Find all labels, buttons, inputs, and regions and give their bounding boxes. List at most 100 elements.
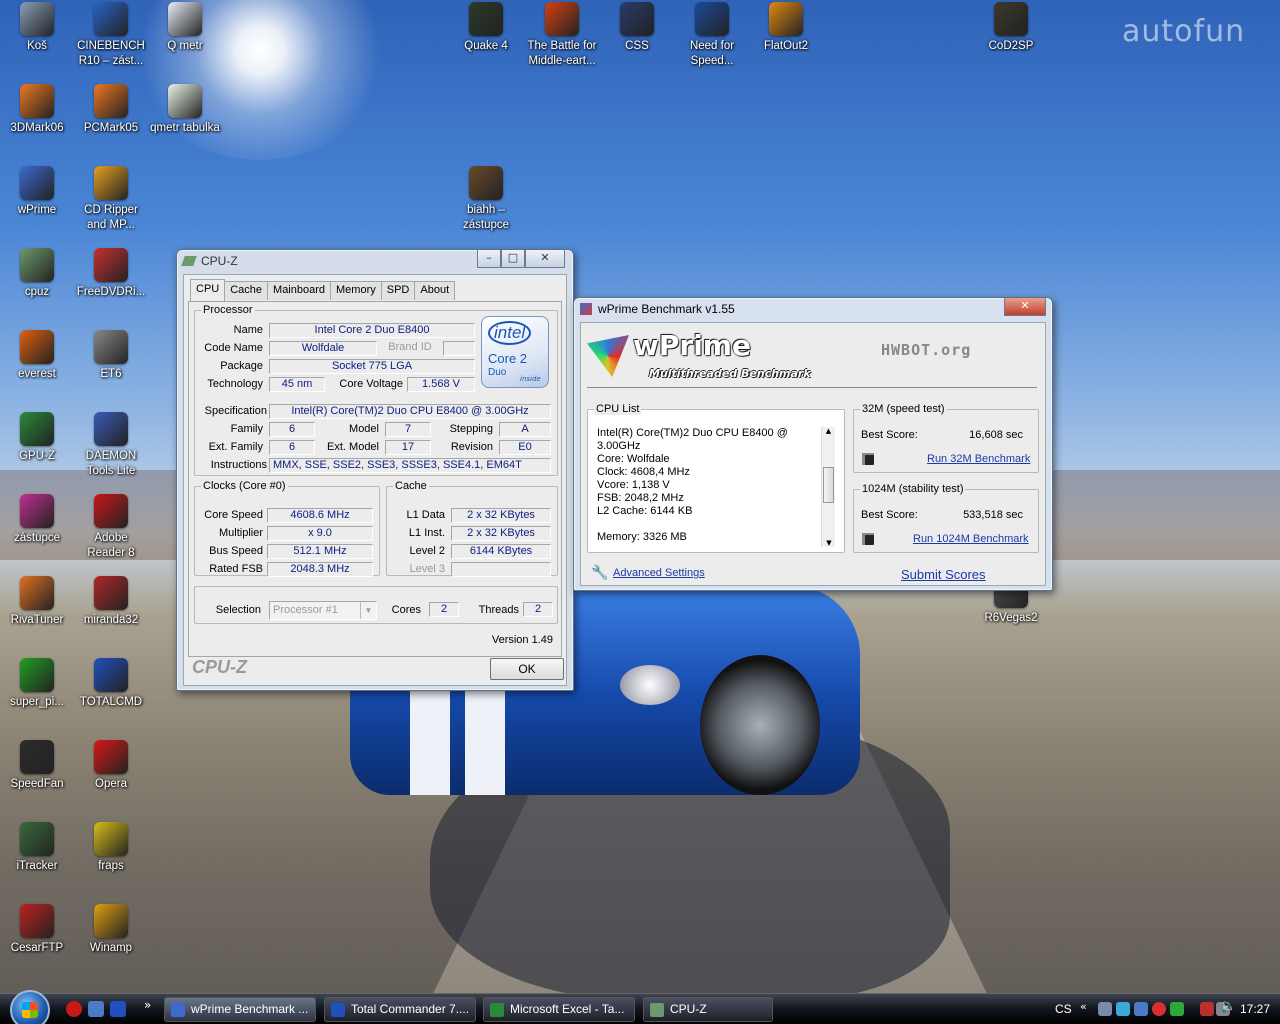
desktop-icon[interactable]: Quake 4 [449, 2, 523, 54]
desktop-icon[interactable]: DAEMON Tools Lite [74, 412, 148, 479]
cpu-list-line: Intel(R) Core(TM)2 Duo CPU E8400 @ [597, 427, 788, 439]
taskbar-button[interactable]: CPU-Z [643, 997, 773, 1022]
maximize-button[interactable]: □ [501, 250, 525, 268]
desktop-icon[interactable]: qmetr tabulka [148, 84, 222, 136]
taskbar-button[interactable]: Microsoft Excel - Ta... [483, 997, 635, 1022]
desktop-icon[interactable]: wPrime [0, 166, 74, 218]
desktop-icon[interactable]: FreeDVDRi... [74, 248, 148, 300]
tray-network-icon[interactable] [1098, 1002, 1112, 1016]
scroll-thumb[interactable] [823, 467, 834, 503]
scroll-up-icon[interactable]: ▲ [822, 427, 835, 435]
extfamily-label: Ext. Family [208, 441, 263, 453]
ok-button[interactable]: OK [490, 658, 564, 680]
minimize-button[interactable]: – [477, 250, 501, 268]
run-32m-link[interactable]: Run 32M Benchmark [927, 453, 1030, 465]
desktop-icon[interactable]: Q metr [148, 2, 222, 54]
desktop-icon[interactable]: CSS [600, 2, 674, 54]
volume-icon[interactable]: 🔈 [1220, 999, 1236, 1014]
desktop-icon[interactable]: fraps [74, 822, 148, 874]
desktop-icon[interactable]: CoD2SP [974, 2, 1048, 54]
desktop-icon[interactable]: TOTALCMD [74, 658, 148, 710]
technology-label: Technology [207, 378, 263, 390]
watermark: autofun [1122, 14, 1246, 49]
desktop-icon[interactable]: Opera [74, 740, 148, 792]
desktop-icon[interactable]: zástupce [0, 494, 74, 546]
desktop-icon-label: fraps [98, 860, 124, 872]
rivatuner-icon [20, 576, 54, 610]
chevron-down-icon: ▼ [360, 602, 376, 619]
tray-arrow-icon[interactable]: « [1080, 1000, 1094, 1014]
recycle-bin-icon [20, 2, 54, 36]
close-button[interactable]: ✕ [525, 250, 565, 268]
taskbar-app-icon [490, 1003, 504, 1017]
desktop-icon[interactable]: RivaTuner [0, 576, 74, 628]
wprime-window[interactable]: wPrime Benchmark v1.55 ✕ wPrime Multithr… [573, 297, 1053, 591]
tray-app-icon[interactable] [1170, 1002, 1184, 1016]
tab-spd[interactable]: SPD [380, 281, 416, 300]
desktop-icon[interactable]: 3DMark06 [0, 84, 74, 136]
run-1024m-link[interactable]: Run 1024M Benchmark [913, 533, 1029, 545]
desktop-icon[interactable]: super_pi... [0, 658, 74, 710]
desktop-icon[interactable]: cpuz [0, 248, 74, 300]
wprime-icon [20, 166, 54, 200]
close-button[interactable]: ✕ [1004, 298, 1046, 316]
desktop-icon[interactable]: iTracker [0, 822, 74, 874]
clock[interactable]: 17:27 [1240, 1002, 1270, 1016]
desktop-icon[interactable]: Adobe Reader 8 [74, 494, 148, 561]
desktop-icon[interactable]: Need for Speed... [675, 2, 749, 69]
desktop-icon[interactable]: ET6 [74, 330, 148, 382]
tab-cpu[interactable]: CPU [190, 279, 226, 301]
desktop-icon[interactable]: Winamp [74, 904, 148, 956]
core-speed-label: Core Speed [204, 509, 263, 521]
opera-quicklaunch-icon[interactable] [66, 1001, 82, 1017]
cpuz-icon [20, 248, 54, 282]
desktop-icon[interactable]: biahh – zástupce [449, 166, 523, 233]
desktop-icon[interactable]: FlatOut2 [749, 2, 823, 54]
taskbar-button-label: wPrime Benchmark ... [191, 1002, 309, 1016]
language-indicator[interactable]: CS [1055, 1002, 1072, 1016]
desktop-icon[interactable]: SpeedFan [0, 740, 74, 792]
wprime-tagline: Multithreaded Benchmark [649, 367, 811, 380]
selection-dropdown[interactable]: Processor #1 ▼ [269, 601, 377, 620]
submit-scores-link[interactable]: Submit Scores [901, 567, 986, 582]
desktop-icon[interactable]: PCMark05 [74, 84, 148, 136]
package-label: Package [220, 360, 263, 372]
desktop-icon[interactable]: everest [0, 330, 74, 382]
desktop-icon[interactable]: miranda32 [74, 576, 148, 628]
cpuz-window[interactable]: CPU-Z – □ ✕ CPU Cache Mainboard Memory S… [176, 249, 574, 691]
tab-memory[interactable]: Memory [330, 281, 382, 300]
family-label: Family [230, 423, 263, 435]
desktop-quicklaunch-icon[interactable] [88, 1001, 104, 1017]
cpu-list-line: Memory: 3326 MB [597, 531, 687, 543]
desktop-icon-label: Koš [27, 40, 47, 52]
voltage-label: Core Voltage [339, 378, 403, 390]
taskbar-button[interactable]: wPrime Benchmark ... [164, 997, 316, 1022]
desktop-icon-label: 3DMark06 [10, 122, 64, 134]
wprime-titlebar[interactable]: wPrime Benchmark v1.55 [574, 298, 1052, 320]
instructions-value: MMX, SSE, SSE2, SSE3, SSSE3, SSE4.1, EM6… [269, 458, 551, 473]
tray-app-icon[interactable] [1200, 1002, 1214, 1016]
scroll-down-icon[interactable]: ▼ [822, 539, 836, 547]
taskbar-button[interactable]: Total Commander 7.... [324, 997, 476, 1022]
start-button[interactable] [10, 990, 50, 1024]
desktop-icon[interactable]: CesarFTP [0, 904, 74, 956]
tab-mainboard[interactable]: Mainboard [267, 281, 332, 300]
desktop-icon[interactable]: Koš [0, 2, 74, 54]
cd-ripper-icon [94, 166, 128, 200]
tray-security-icon[interactable] [1152, 1002, 1166, 1016]
taskbar-button-label: CPU-Z [670, 1002, 707, 1016]
quicklaunch-more-icon[interactable]: » [144, 998, 151, 1012]
tab-about[interactable]: About [414, 281, 456, 300]
superpi-icon [20, 658, 54, 692]
desktop-icon[interactable]: CD Ripper and MP... [74, 166, 148, 233]
desktop-icon[interactable]: The Battle for Middle-eart... [525, 2, 599, 69]
tray-app-icon[interactable] [1134, 1002, 1148, 1016]
total-commander-quicklaunch-icon[interactable] [110, 1001, 126, 1017]
cpu-list-scrollbar[interactable]: ▲ ▼ [821, 427, 835, 547]
desktop-icon[interactable]: CINEBENCH R10 – zást... [74, 2, 148, 69]
tab-cache[interactable]: Cache [224, 281, 269, 300]
css-game-icon [620, 2, 654, 36]
tray-app-icon[interactable] [1116, 1002, 1130, 1016]
desktop-icon[interactable]: GPU-Z [0, 412, 74, 464]
advanced-settings-link[interactable]: Advanced Settings [613, 567, 705, 579]
